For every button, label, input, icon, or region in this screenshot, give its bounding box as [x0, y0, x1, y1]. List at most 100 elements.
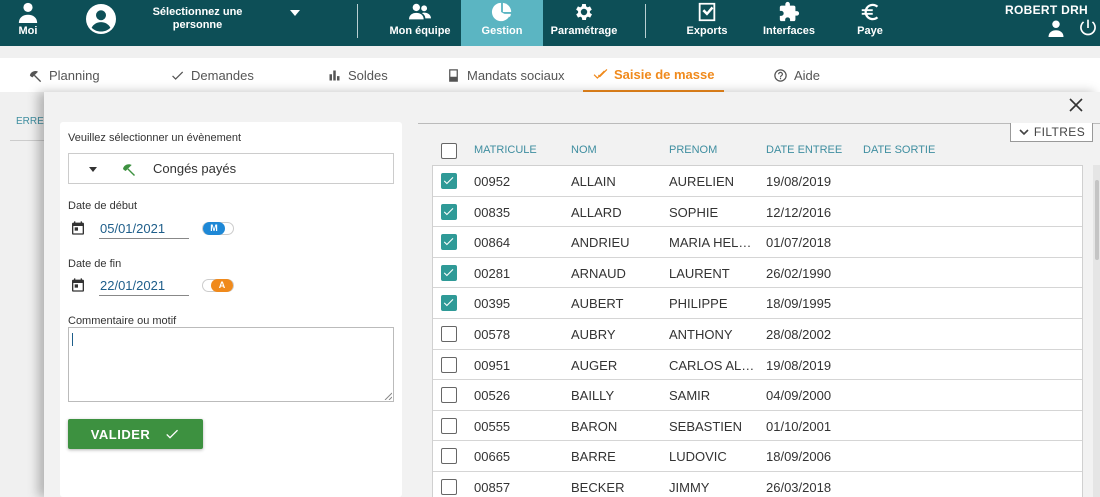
- cell-matricule: 00952: [474, 174, 511, 189]
- tab-soldes-label: Soldes: [348, 67, 388, 83]
- cell-date-entree: 18/09/1995: [766, 296, 832, 312]
- cell-matricule: 00864: [474, 235, 511, 251]
- resize-handle-icon[interactable]: [384, 392, 392, 400]
- table-row[interactable]: 00864 ANDRIEU MARIA HELE… 01/07/2018: [433, 227, 1082, 258]
- account-circle-icon[interactable]: [86, 4, 116, 34]
- user-name: ROBERT DRH: [1005, 3, 1088, 17]
- close-icon[interactable]: [1069, 98, 1083, 112]
- nav-interfaces[interactable]: Interfaces: [760, 0, 818, 46]
- nav-gestion[interactable]: Gestion: [461, 0, 543, 46]
- row-checkbox[interactable]: [441, 295, 457, 312]
- tab-planning[interactable]: Planning: [28, 58, 100, 92]
- nav-mon-equipe[interactable]: Mon équipe: [384, 0, 456, 46]
- top-navigation-bar: Moi Sélectionnez une personne Mon équipe…: [0, 0, 1100, 46]
- table-row[interactable]: 00281 ARNAUD LAURENT 26/02/1990: [433, 258, 1082, 289]
- nav-parametrage[interactable]: Paramétrage: [548, 0, 620, 46]
- cell-nom: BECKER: [571, 480, 625, 495]
- tab-mandats-label: Mandats sociaux: [467, 67, 565, 83]
- table-row[interactable]: 00395 AUBERT PHILIPPE 18/09/1995: [433, 288, 1082, 319]
- header-nom[interactable]: NOM: [571, 144, 597, 156]
- table-row[interactable]: 00835 ALLARD SOPHIE 12/12/2016: [433, 197, 1082, 228]
- select-all-checkbox[interactable]: [441, 143, 457, 159]
- tab-demandes[interactable]: Demandes: [170, 58, 254, 92]
- nav-mon-equipe-label: Mon équipe: [389, 25, 451, 37]
- table-row[interactable]: 00578 AUBRY ANTHONY 28/08/2002: [433, 319, 1082, 350]
- row-checkbox[interactable]: [441, 203, 457, 220]
- check-icon: [172, 71, 184, 80]
- row-checkbox[interactable]: [441, 417, 457, 434]
- row-checkbox[interactable]: [441, 387, 457, 404]
- cell-nom: ARNAUD: [571, 265, 626, 281]
- cell-prenom: LAURENT: [669, 265, 730, 281]
- row-checkbox[interactable]: [441, 234, 457, 251]
- end-half-day-toggle[interactable]: A: [202, 279, 234, 292]
- valider-label: VALIDER: [90, 426, 151, 442]
- nav-moi[interactable]: Moi: [8, 0, 48, 46]
- table-row[interactable]: 00951 AUGER CARLOS ALB… 19/08/2019: [433, 350, 1082, 381]
- cell-date-entree: 01/10/2001: [766, 418, 832, 434]
- background-divider: [10, 140, 44, 141]
- cell-date-entree: 01/07/2018: [766, 235, 832, 251]
- calendar-icon[interactable]: [70, 277, 86, 293]
- cell-nom: BARON: [571, 418, 618, 434]
- person-selector[interactable]: Sélectionnez une personne: [140, 6, 255, 32]
- filters-button[interactable]: FILTRES: [1010, 123, 1093, 142]
- event-label: Veuillez sélectionner un évènement: [68, 132, 242, 144]
- cell-prenom: CARLOS ALB…: [669, 357, 759, 373]
- valider-button[interactable]: VALIDER: [68, 419, 203, 449]
- cell-prenom: ANTHONY: [669, 327, 733, 342]
- start-date-input[interactable]: 05/01/2021: [99, 221, 189, 239]
- nav-paye[interactable]: Paye: [848, 0, 892, 46]
- person-icon: [18, 2, 38, 23]
- header-date-entree[interactable]: DATE ENTREE: [766, 144, 842, 156]
- row-checkbox[interactable]: [441, 173, 457, 189]
- comment-textarea[interactable]: [68, 327, 394, 402]
- nav-interfaces-label: Interfaces: [763, 25, 815, 37]
- gear-icon: [576, 4, 592, 20]
- badge-icon: [449, 68, 458, 82]
- nav-exports-label: Exports: [686, 25, 728, 37]
- filters-label: FILTRES: [1033, 125, 1086, 139]
- cell-date-entree: 26/02/1990: [766, 265, 832, 281]
- cell-prenom: SAMIR: [669, 388, 711, 404]
- header-date-sortie[interactable]: DATE SORTIE: [863, 144, 935, 156]
- cell-nom: BAILLY: [571, 388, 615, 404]
- cell-prenom: PHILIPPE: [669, 296, 728, 312]
- check-icon: [443, 177, 454, 185]
- tab-mandats-sociaux[interactable]: Mandats sociaux: [446, 58, 565, 92]
- header-prenom[interactable]: PRENOM: [669, 144, 717, 156]
- table-row[interactable]: 00526 BAILLY SAMIR 04/09/2000: [433, 380, 1082, 411]
- table-row[interactable]: 00952 ALLAIN AURELIEN 19/08/2019: [433, 166, 1082, 197]
- end-date-input[interactable]: 22/01/2021: [99, 278, 189, 296]
- cell-prenom: MARIA HELE…: [669, 235, 759, 251]
- scrollbar-thumb[interactable]: [1095, 180, 1099, 260]
- power-icon[interactable]: [1078, 18, 1098, 38]
- tab-soldes[interactable]: Soldes: [327, 58, 388, 92]
- start-half-day-toggle[interactable]: M: [202, 222, 234, 235]
- tab-saisie-de-masse[interactable]: Saisie de masse: [583, 58, 725, 92]
- cell-date-entree: 19/08/2019: [766, 357, 832, 373]
- row-checkbox[interactable]: [441, 448, 457, 465]
- row-checkbox[interactable]: [441, 479, 457, 495]
- tab-bar: Planning Demandes Soldes Mandats sociaux…: [0, 46, 1100, 92]
- cell-prenom: JIMMY: [669, 480, 710, 495]
- chevron-down-icon[interactable]: [290, 10, 300, 16]
- event-select[interactable]: Congés payés: [68, 153, 394, 184]
- tab-aide-label: Aide: [794, 67, 821, 83]
- nav-divider: [357, 4, 358, 38]
- table-row[interactable]: 00857 BECKER JIMMY 26/03/2018: [433, 472, 1082, 497]
- row-checkbox[interactable]: [441, 326, 457, 342]
- table-row[interactable]: 00555 BARON SEBASTIEN 01/10/2001: [433, 411, 1082, 442]
- tab-aide[interactable]: Aide: [773, 58, 820, 92]
- cell-prenom: AURELIEN: [669, 174, 735, 189]
- calendar-icon[interactable]: [70, 220, 86, 236]
- beach-icon: [123, 164, 135, 176]
- table-row[interactable]: 00665 BARRE LUDOVIC 18/09/2006: [433, 441, 1082, 472]
- row-checkbox[interactable]: [441, 264, 457, 281]
- cell-matricule: 00281: [474, 265, 511, 281]
- header-matricule[interactable]: MATRICULE: [474, 144, 537, 156]
- nav-exports[interactable]: Exports: [680, 0, 734, 46]
- cell-matricule: 00526: [474, 388, 511, 404]
- row-checkbox[interactable]: [441, 356, 457, 373]
- user-icon[interactable]: [1047, 19, 1065, 37]
